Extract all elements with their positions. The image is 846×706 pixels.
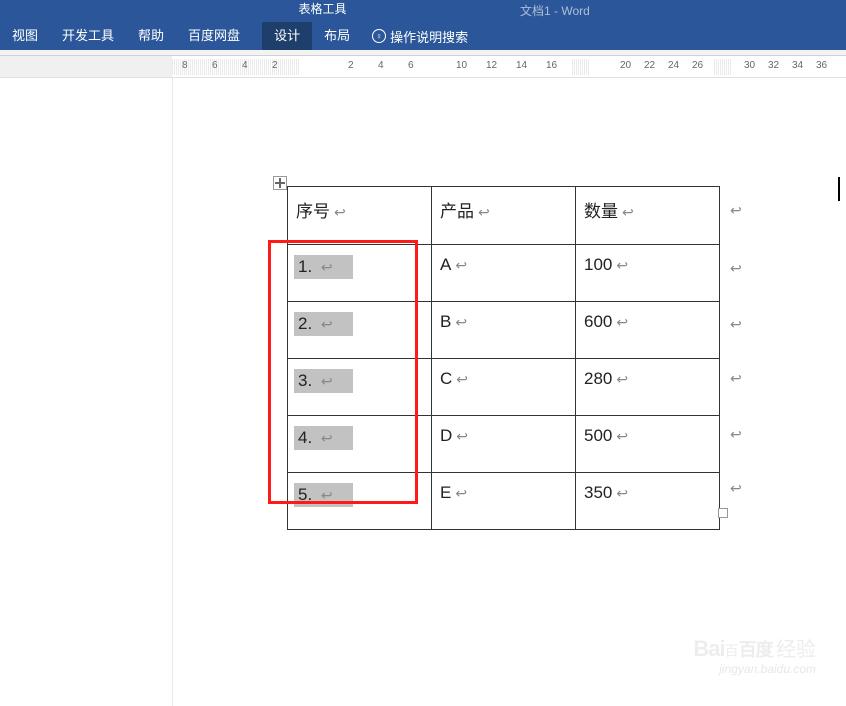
table-row[interactable]: 4. ↩ D↩ 500↩: [288, 416, 720, 473]
return-icon: ↩: [321, 259, 333, 276]
return-icon: ↩: [456, 371, 468, 388]
tab-layout[interactable]: 布局: [312, 22, 362, 50]
tab-view[interactable]: 视图: [0, 22, 50, 50]
tab-design[interactable]: 设计: [262, 22, 312, 50]
document-area[interactable]: 序号↩ 产品↩ 数量↩ 1. ↩ A↩ 100↩ 2. ↩ B↩ 600↩ 3.…: [0, 78, 846, 706]
cell-qty[interactable]: 500↩: [576, 416, 720, 473]
return-icon: ↩: [616, 371, 628, 388]
left-gutter: [0, 78, 172, 706]
lightbulb-icon: ♀: [372, 29, 386, 43]
return-icon: ↩: [321, 487, 333, 504]
header-qty[interactable]: 数量↩: [576, 187, 720, 245]
table-row[interactable]: 1. ↩ A↩ 100↩: [288, 245, 720, 302]
cell-seq[interactable]: 2. ↩: [288, 302, 432, 359]
return-icon: ↩: [478, 204, 490, 221]
return-icon: ↩: [622, 204, 634, 221]
return-icon: ↩: [455, 485, 467, 502]
return-icon: ↩: [616, 257, 628, 274]
cell-product[interactable]: C↩: [432, 359, 576, 416]
cell-seq[interactable]: 4. ↩: [288, 416, 432, 473]
return-icon: ↩: [321, 430, 333, 447]
return-icon: ↩: [321, 316, 333, 333]
ribbon-tabs: 视图 开发工具 帮助 百度网盘 设计 布局 ♀ 操作说明搜索: [0, 22, 846, 50]
return-icon: ↩: [616, 428, 628, 445]
return-icon: ↩: [455, 257, 467, 274]
tab-help[interactable]: 帮助: [126, 22, 176, 50]
cell-qty[interactable]: 350↩: [576, 473, 720, 530]
row-end-mark: ↩: [730, 370, 742, 387]
cell-product[interactable]: B↩: [432, 302, 576, 359]
row-end-mark: ↩: [730, 260, 742, 277]
cell-product[interactable]: E↩: [432, 473, 576, 530]
watermark: Bai百百度 经验 jingyan.baidu.com: [693, 633, 816, 676]
window-title: 文档1 - Word: [520, 2, 590, 19]
header-product[interactable]: 产品↩: [432, 187, 576, 245]
cell-qty[interactable]: 600↩: [576, 302, 720, 359]
cell-product[interactable]: A↩: [432, 245, 576, 302]
tab-developer[interactable]: 开发工具: [50, 22, 126, 50]
text-cursor: [838, 177, 840, 201]
tab-baidu-pan[interactable]: 百度网盘: [176, 22, 252, 50]
cell-seq[interactable]: 1. ↩: [288, 245, 432, 302]
row-end-mark: ↩: [730, 480, 742, 497]
table-header-row[interactable]: 序号↩ 产品↩ 数量↩: [288, 187, 720, 245]
header-seq[interactable]: 序号↩: [288, 187, 432, 245]
tell-me-search[interactable]: ♀ 操作说明搜索: [362, 27, 478, 46]
cell-qty[interactable]: 280↩: [576, 359, 720, 416]
window-titlebar: 表格工具 文档1 - Word: [0, 0, 846, 22]
return-icon: ↩: [334, 204, 346, 221]
data-table[interactable]: 序号↩ 产品↩ 数量↩ 1. ↩ A↩ 100↩ 2. ↩ B↩ 600↩ 3.…: [287, 186, 720, 530]
return-icon: ↩: [321, 373, 333, 390]
cell-product[interactable]: D↩: [432, 416, 576, 473]
cell-seq[interactable]: 5. ↩: [288, 473, 432, 530]
tell-me-label: 操作说明搜索: [390, 27, 468, 46]
table-row[interactable]: 3. ↩ C↩ 280↩: [288, 359, 720, 416]
return-icon: ↩: [616, 314, 628, 331]
table-move-handle[interactable]: [273, 176, 287, 190]
row-end-mark: ↩: [730, 426, 742, 443]
return-icon: ↩: [616, 485, 628, 502]
context-tab-table-tools: 表格工具: [276, 0, 369, 22]
return-icon: ↩: [456, 428, 468, 445]
horizontal-ruler[interactable]: 8 6 4 2 2 4 6 10 12 14 16 20 22 24 26 30…: [0, 56, 846, 78]
table-row[interactable]: 2. ↩ B↩ 600↩: [288, 302, 720, 359]
table-resize-handle[interactable]: [718, 508, 728, 518]
row-end-mark: ↩: [730, 202, 742, 219]
cell-qty[interactable]: 100↩: [576, 245, 720, 302]
return-icon: ↩: [455, 314, 467, 331]
cell-seq[interactable]: 3. ↩: [288, 359, 432, 416]
row-end-mark: ↩: [730, 316, 742, 333]
table-row[interactable]: 5. ↩ E↩ 350↩: [288, 473, 720, 530]
